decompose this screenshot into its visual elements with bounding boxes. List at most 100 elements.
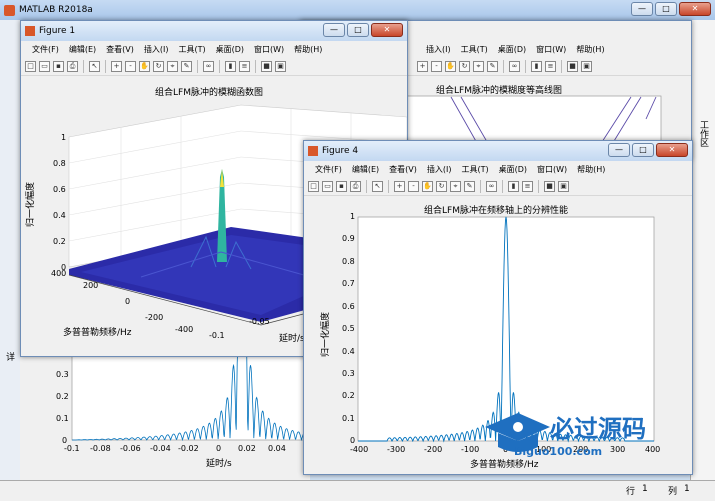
show-tools-icon[interactable]: ▣ xyxy=(581,60,592,72)
f1-menu-help[interactable]: 帮助(H) xyxy=(289,44,327,55)
link-icon[interactable]: ∞ xyxy=(486,180,497,192)
workspace-tab[interactable]: 工作区 xyxy=(697,120,710,147)
f1-menu-file[interactable]: 文件(F) xyxy=(27,44,64,55)
rotate-icon[interactable]: ↻ xyxy=(153,60,164,72)
f3-xlabel: 延时/s xyxy=(206,459,232,469)
f4-menu-desktop[interactable]: 桌面(D) xyxy=(494,164,532,175)
link-icon[interactable]: ∞ xyxy=(203,60,214,72)
f4-xtick: -100 xyxy=(461,445,480,454)
open-file-icon[interactable]: ▭ xyxy=(322,180,333,192)
left-panel: 详 xyxy=(0,20,21,480)
status-bar: 行 1 列 1 xyxy=(0,480,715,501)
zoom-out-icon[interactable]: - xyxy=(408,180,419,192)
zoom-out-icon[interactable]: - xyxy=(431,60,442,72)
zoom-in-icon[interactable]: + xyxy=(111,60,122,72)
pointer-icon[interactable]: ↖ xyxy=(89,60,100,72)
f4-ytick: 0.1 xyxy=(342,414,355,423)
f1-zlabel: 归一化幅度 xyxy=(26,181,36,227)
figure3-axes: 0.3 0.2 0.1 0 -0.1 -0.08 -0.06 -0.04 -0.… xyxy=(20,352,310,480)
status-col-label: 列 xyxy=(668,487,678,497)
f4-maximize-button[interactable]: □ xyxy=(632,143,654,157)
new-figure-icon[interactable]: □ xyxy=(308,180,319,192)
hide-tools-icon[interactable]: ■ xyxy=(261,60,272,72)
show-tools-icon[interactable]: ▣ xyxy=(558,180,569,192)
f1-menu-window[interactable]: 窗口(W) xyxy=(249,44,289,55)
pan-icon[interactable]: ✋ xyxy=(422,180,433,192)
f3-xtick: 0.04 xyxy=(268,444,286,453)
colorbar-icon[interactable]: ▮ xyxy=(225,60,236,72)
f4-menu-window[interactable]: 窗口(W) xyxy=(532,164,572,175)
save-icon[interactable]: ▪ xyxy=(336,180,347,192)
colorbar-icon[interactable]: ▮ xyxy=(508,180,519,192)
datacursor-icon[interactable]: ⌖ xyxy=(450,180,461,192)
f4-menu-file[interactable]: 文件(F) xyxy=(310,164,347,175)
f2-menu-insert[interactable]: 插入(I) xyxy=(421,44,456,55)
f1-ylabel: 多普普勒频移/Hz xyxy=(63,328,132,338)
hide-tools-icon[interactable]: ■ xyxy=(544,180,555,192)
f2-menu-tools[interactable]: 工具(T) xyxy=(456,44,493,55)
f1-menu-insert[interactable]: 插入(I) xyxy=(139,44,174,55)
brush-icon[interactable]: ✎ xyxy=(487,60,498,72)
status-col-value: 1 xyxy=(684,484,690,494)
pan-icon[interactable]: ✋ xyxy=(445,60,456,72)
f4-close-button[interactable]: ✕ xyxy=(656,143,688,157)
show-tools-icon[interactable]: ▣ xyxy=(275,60,286,72)
f1-menu-tools[interactable]: 工具(T) xyxy=(173,44,210,55)
colorbar-icon[interactable]: ▮ xyxy=(531,60,542,72)
figure1-title: Figure 1 xyxy=(39,26,76,36)
f1-ytick: -400 xyxy=(175,325,194,334)
legend-icon[interactable]: ≡ xyxy=(522,180,533,192)
f1-ztick: 0.8 xyxy=(53,159,66,168)
f1-menu-desktop[interactable]: 桌面(D) xyxy=(211,44,249,55)
f4-menu-tools[interactable]: 工具(T) xyxy=(456,164,493,175)
f2-menu-desktop[interactable]: 桌面(D) xyxy=(493,44,531,55)
figure4-menubar: 文件(F) 编辑(E) 查看(V) 插入(I) 工具(T) 桌面(D) 窗口(W… xyxy=(304,161,692,177)
status-row-label: 行 xyxy=(626,487,636,497)
maximize-button[interactable]: □ xyxy=(655,2,677,16)
f4-xtick: -300 xyxy=(387,445,406,454)
f1-menu-edit[interactable]: 编辑(E) xyxy=(64,44,101,55)
pointer-icon[interactable]: ↖ xyxy=(372,180,383,192)
f4-menu-edit[interactable]: 编辑(E) xyxy=(347,164,384,175)
f4-minimize-button[interactable]: — xyxy=(608,143,630,157)
zoom-out-icon[interactable]: - xyxy=(125,60,136,72)
f3-xtick: -0.04 xyxy=(150,444,171,453)
open-file-icon[interactable]: ▭ xyxy=(39,60,50,72)
brush-icon[interactable]: ✎ xyxy=(464,180,475,192)
close-button[interactable]: ✕ xyxy=(679,2,711,16)
datacursor-icon[interactable]: ⌖ xyxy=(473,60,484,72)
legend-icon[interactable]: ≡ xyxy=(239,60,250,72)
f3-ytick: 0.2 xyxy=(56,392,69,401)
f2-menu-window[interactable]: 窗口(W) xyxy=(531,44,571,55)
f4-xtick: -400 xyxy=(350,445,369,454)
f1-menu-view[interactable]: 查看(V) xyxy=(101,44,139,55)
f2-menu-help[interactable]: 帮助(H) xyxy=(571,44,609,55)
new-figure-icon[interactable]: □ xyxy=(25,60,36,72)
matlab-logo-icon xyxy=(4,4,15,16)
brush-icon[interactable]: ✎ xyxy=(181,60,192,72)
f1-maximize-button[interactable]: □ xyxy=(347,23,369,37)
hide-tools-icon[interactable]: ■ xyxy=(567,60,578,72)
f4-menu-insert[interactable]: 插入(I) xyxy=(422,164,457,175)
figure-icon xyxy=(308,146,318,156)
link-icon[interactable]: ∞ xyxy=(509,60,520,72)
f3-xtick: -0.02 xyxy=(178,444,199,453)
f4-menu-help[interactable]: 帮助(H) xyxy=(572,164,610,175)
pan-icon[interactable]: ✋ xyxy=(139,60,150,72)
f4-xtick: -200 xyxy=(424,445,443,454)
f1-close-button[interactable]: ✕ xyxy=(371,23,403,37)
watermark-text: 必过源码 xyxy=(550,415,646,443)
f4-menu-view[interactable]: 查看(V) xyxy=(384,164,422,175)
rotate-icon[interactable]: ↻ xyxy=(436,180,447,192)
rotate-icon[interactable]: ↻ xyxy=(459,60,470,72)
print-icon[interactable]: ⎙ xyxy=(350,180,361,192)
f4-ylabel: 归一化幅度 xyxy=(321,311,331,357)
f1-minimize-button[interactable]: — xyxy=(323,23,345,37)
minimize-button[interactable]: — xyxy=(631,2,653,16)
print-icon[interactable]: ⎙ xyxy=(67,60,78,72)
datacursor-icon[interactable]: ⌖ xyxy=(167,60,178,72)
zoom-in-icon[interactable]: + xyxy=(417,60,428,72)
legend-icon[interactable]: ≡ xyxy=(545,60,556,72)
save-icon[interactable]: ▪ xyxy=(53,60,64,72)
zoom-in-icon[interactable]: + xyxy=(394,180,405,192)
